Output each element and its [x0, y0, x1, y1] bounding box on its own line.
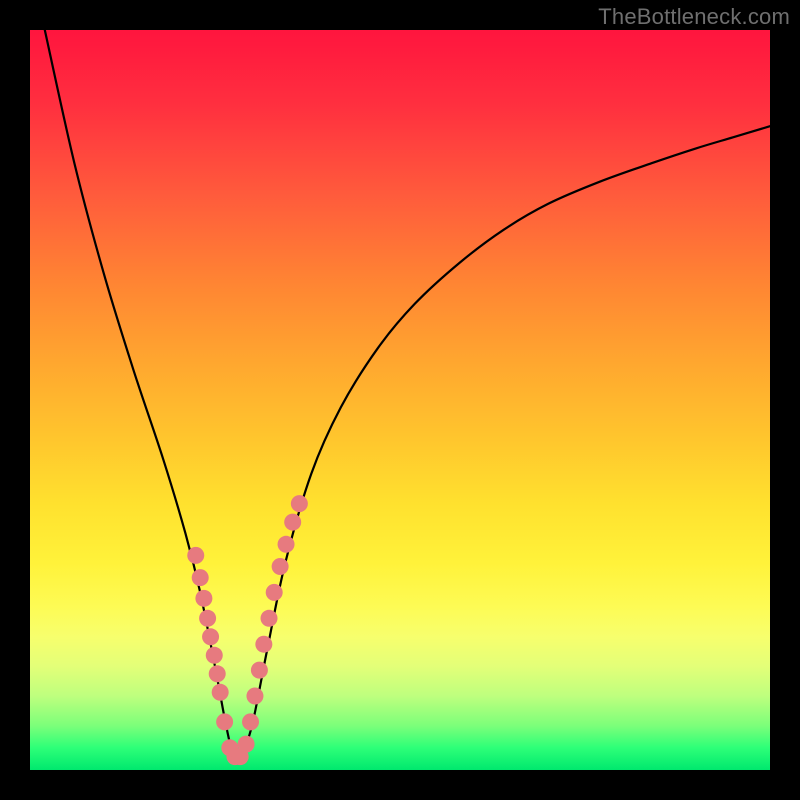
data-dot	[238, 736, 255, 753]
dot-cluster-left	[187, 547, 248, 765]
data-dot	[195, 590, 212, 607]
bottleneck-curve	[45, 30, 770, 759]
data-dot	[199, 610, 216, 627]
data-dot	[278, 536, 295, 553]
data-dot	[212, 684, 229, 701]
data-dot	[251, 662, 268, 679]
watermark-text: TheBottleneck.com	[598, 4, 790, 30]
data-dot	[291, 495, 308, 512]
curve-layer	[30, 30, 770, 770]
dot-cluster-right	[238, 495, 308, 752]
data-dot	[242, 713, 259, 730]
data-dot	[202, 628, 219, 645]
data-dot	[284, 514, 301, 531]
data-dot	[261, 610, 278, 627]
plot-area	[30, 30, 770, 770]
data-dot	[209, 665, 226, 682]
data-dot	[246, 688, 263, 705]
chart-stage: TheBottleneck.com	[0, 0, 800, 800]
data-dot	[255, 636, 272, 653]
data-dot	[216, 713, 233, 730]
data-dot	[272, 558, 289, 575]
data-dot	[187, 547, 204, 564]
data-dot	[206, 647, 223, 664]
data-dot	[192, 569, 209, 586]
data-dot	[266, 584, 283, 601]
